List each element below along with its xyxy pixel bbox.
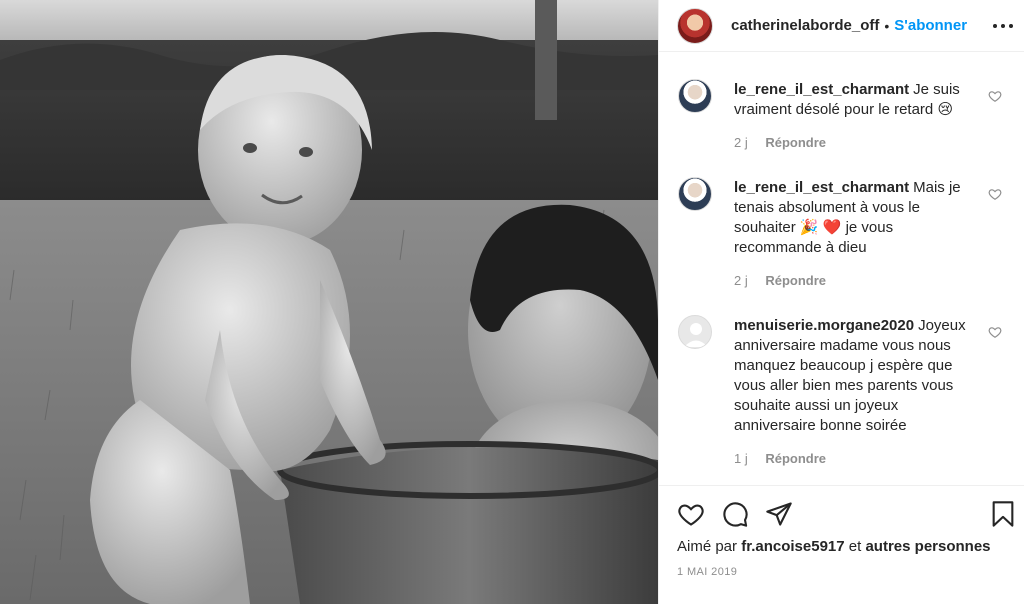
comment-body: le_rene_il_est_charmant Je suis vraiment … [734, 80, 979, 120]
comment-username[interactable]: le_rene_il_est_charmant [734, 179, 909, 196]
comment-meta: 2 j Répondre [734, 135, 826, 150]
comment-time[interactable]: 2 j [734, 135, 748, 150]
default-user-icon [684, 323, 708, 347]
comment-username[interactable]: menuiserie.morgane2020 [734, 317, 914, 334]
author-username[interactable]: catherinelaborde_off [731, 17, 879, 34]
comment-meta: 2 j Répondre [734, 273, 826, 288]
likes-summary: Aimé par fr.ancoise5917 et autres person… [677, 538, 991, 555]
heart-icon[interactable] [677, 500, 705, 528]
post-header: catherinelaborde_off • S'abonner [659, 0, 1024, 52]
reply-button[interactable]: Répondre [765, 273, 826, 288]
comment-icon[interactable] [721, 500, 749, 528]
follow-button[interactable]: S'abonner [894, 17, 967, 34]
header-separator: • [884, 17, 890, 34]
photo-illustration [0, 0, 658, 604]
likes-others-link[interactable]: autres personnes [865, 538, 990, 555]
comment-text: Joyeux anniversaire madame vous nous man… [734, 317, 966, 434]
comment-like-heart-icon[interactable] [988, 325, 1002, 339]
comment-username[interactable]: le_rene_il_est_charmant [734, 81, 909, 98]
more-options-icon[interactable] [991, 14, 1015, 38]
comment-time[interactable]: 1 j [734, 451, 748, 466]
comment-time[interactable]: 2 j [734, 273, 748, 288]
reply-button[interactable]: Répondre [765, 451, 826, 466]
post-actions: Aimé par fr.ancoise5917 et autres person… [659, 485, 1024, 604]
author-avatar[interactable] [677, 7, 713, 44]
post-date[interactable]: 1 MAI 2019 [677, 566, 737, 578]
likes-user-link[interactable]: fr.ancoise5917 [741, 538, 844, 555]
post-photo[interactable] [0, 0, 658, 604]
comment-like-heart-icon[interactable] [988, 187, 1002, 201]
likes-joiner: et [848, 538, 862, 555]
share-icon[interactable] [765, 500, 793, 528]
bookmark-icon[interactable] [989, 500, 1017, 528]
commenter-avatar[interactable] [678, 79, 712, 113]
post-sidebar: catherinelaborde_off • S'abonner le_rene… [658, 0, 1024, 604]
comment-like-heart-icon[interactable] [988, 89, 1002, 103]
commenter-avatar-default[interactable] [678, 315, 712, 349]
commenter-avatar[interactable] [678, 177, 712, 211]
comment-meta: 1 j Répondre [734, 451, 826, 466]
comment-body: le_rene_il_est_charmant Mais je tenais ab… [734, 178, 979, 258]
reply-button[interactable]: Répondre [765, 135, 826, 150]
comment-body: menuiserie.morgane2020 Joyeux anniversair… [734, 316, 979, 436]
likes-prefix: Aimé par [677, 538, 738, 555]
